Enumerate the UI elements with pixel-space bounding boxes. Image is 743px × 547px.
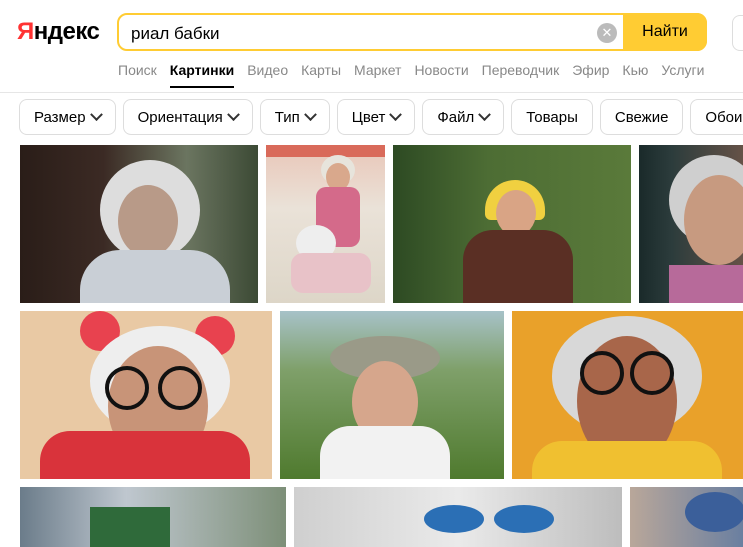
chevron-down-icon bbox=[89, 107, 103, 121]
image-result[interactable] bbox=[294, 487, 622, 547]
filter-label: Файл bbox=[437, 108, 475, 126]
chevron-down-icon bbox=[389, 107, 403, 121]
tab-efir[interactable]: Эфир bbox=[572, 62, 609, 88]
clear-icon[interactable]: ✕ bbox=[597, 23, 617, 43]
filter-file[interactable]: Файл bbox=[422, 99, 505, 135]
filter-type[interactable]: Тип bbox=[259, 99, 330, 135]
header-divider bbox=[0, 92, 743, 93]
filter-orientation[interactable]: Ориентация bbox=[122, 99, 253, 135]
chevron-down-icon bbox=[303, 107, 317, 121]
image-result[interactable] bbox=[266, 145, 385, 303]
filter-label: Цвет bbox=[351, 108, 386, 126]
image-result[interactable] bbox=[630, 487, 743, 547]
filter-bar: Размер Ориентация Тип Цвет Файл Товары С… bbox=[19, 99, 743, 135]
yandex-logo[interactable]: Яндекс bbox=[17, 18, 100, 46]
tab-video[interactable]: Видео bbox=[247, 62, 288, 88]
filter-label: Размер bbox=[34, 108, 86, 126]
filter-wallpapers[interactable]: Обои bbox=[690, 99, 743, 135]
search-button[interactable]: Найти bbox=[623, 13, 707, 51]
service-tabs: Поиск Картинки Видео Карты Маркет Новост… bbox=[118, 62, 717, 88]
filter-label: Ориентация bbox=[137, 108, 223, 126]
filter-label: Обои bbox=[705, 108, 743, 126]
tab-services[interactable]: Услуги bbox=[661, 62, 704, 88]
image-result[interactable] bbox=[639, 145, 743, 303]
filter-color[interactable]: Цвет bbox=[336, 99, 416, 135]
header-extra-button[interactable] bbox=[732, 15, 743, 51]
image-result[interactable] bbox=[20, 487, 286, 547]
chevron-down-icon bbox=[226, 107, 240, 121]
filter-goods[interactable]: Товары bbox=[511, 99, 593, 135]
search-input[interactable] bbox=[129, 21, 583, 47]
image-result[interactable] bbox=[20, 311, 272, 479]
filter-label: Тип bbox=[274, 108, 300, 126]
search-box: ✕ Найти bbox=[117, 13, 707, 51]
filter-fresh[interactable]: Свежие bbox=[599, 99, 684, 135]
tab-images[interactable]: Картинки bbox=[169, 62, 235, 88]
tab-maps[interactable]: Карты bbox=[301, 62, 341, 88]
tab-q[interactable]: Кью bbox=[622, 62, 648, 88]
filter-size[interactable]: Размер bbox=[19, 99, 116, 135]
tab-news[interactable]: Новости bbox=[414, 62, 468, 88]
filter-label: Свежие bbox=[614, 108, 669, 126]
logo-rest: ндекс bbox=[33, 18, 100, 45]
image-result[interactable] bbox=[280, 311, 504, 479]
image-result[interactable] bbox=[512, 311, 743, 479]
tab-search[interactable]: Поиск bbox=[118, 62, 157, 88]
filter-label: Товары bbox=[526, 108, 578, 126]
chevron-down-icon bbox=[478, 107, 492, 121]
tab-market[interactable]: Маркет bbox=[354, 62, 401, 88]
logo-first-letter: Я bbox=[17, 18, 34, 45]
tab-translator[interactable]: Переводчик bbox=[482, 62, 560, 88]
image-result[interactable] bbox=[20, 145, 258, 303]
image-result[interactable] bbox=[393, 145, 631, 303]
